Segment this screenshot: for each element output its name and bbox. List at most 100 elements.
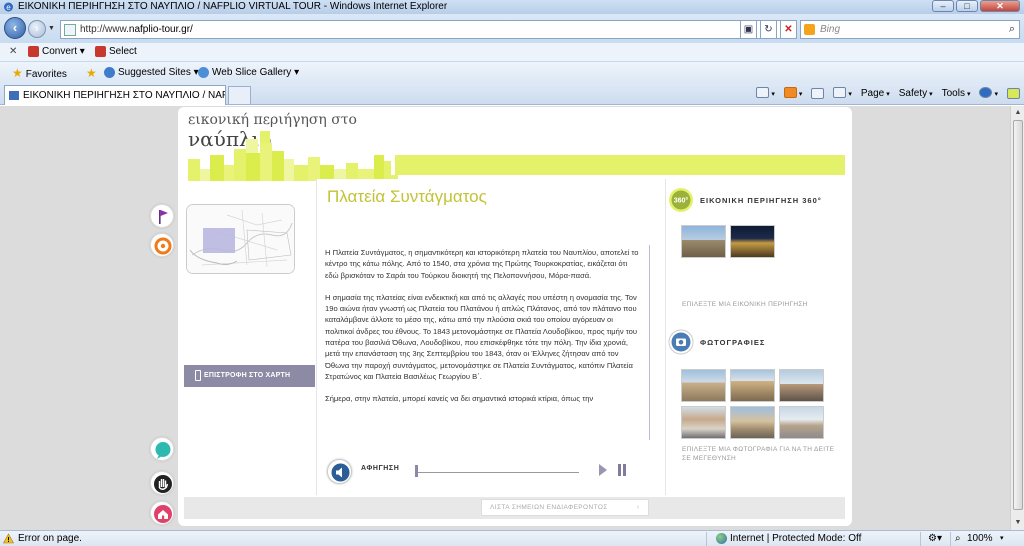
help-button[interactable]: ▾: [979, 83, 998, 106]
article-paragraph: Σήμερα, στην πλατεία, μπορεί κανείς να δ…: [325, 394, 594, 404]
history-dropdown-icon[interactable]: ▼: [48, 25, 55, 32]
audio-progress-track[interactable]: [417, 472, 579, 473]
web-slice-icon: [198, 66, 209, 78]
security-zone[interactable]: Internet | Protected Mode: Off: [730, 531, 861, 546]
search-input[interactable]: Bing ⌕: [800, 20, 1020, 39]
compass-icon: [154, 237, 172, 255]
band-gap: [391, 155, 395, 175]
minimap[interactable]: [186, 204, 295, 274]
chat-bubble-icon: [155, 442, 171, 459]
select-icon: [95, 45, 106, 57]
close-window-button[interactable]: ✕: [980, 0, 1020, 12]
photo-thumbnail[interactable]: [730, 406, 775, 439]
main-column: Πλατεία Συντάγματος Η Πλατεία Συντάγματο…: [316, 179, 666, 495]
text-scrollbar[interactable]: [649, 245, 650, 440]
pdf-convert-icon: [28, 45, 39, 57]
minimize-button[interactable]: –: [932, 0, 954, 12]
scroll-up-icon[interactable]: ▲: [1011, 107, 1024, 119]
print-icon: [833, 87, 847, 99]
up-arrow-icon: ↑: [636, 504, 640, 511]
tab-title: ΕΙΚΟΝΙΚΗ ΠΕΡΙΗΓΗΣΗ ΣΤΟ ΝΑΥΠΛΙΟ / NAFPLIO…: [23, 90, 225, 101]
safety-menu[interactable]: Safety ▾: [899, 83, 933, 106]
camera-section-icon: [668, 329, 694, 355]
home-site-button[interactable]: [150, 501, 174, 525]
tour-thumbnail-day[interactable]: [681, 225, 726, 258]
warning-icon[interactable]: [3, 533, 14, 544]
favorites-label: Favorites: [25, 69, 67, 80]
header-band: [395, 155, 845, 175]
research-icon: [1007, 87, 1020, 99]
feeds-button[interactable]: ▾: [783, 83, 802, 106]
photos-title: ΦΩΤΟΓΡΑΦΙΕΣ: [700, 338, 766, 347]
compass-button[interactable]: [150, 233, 174, 257]
refresh-icon[interactable]: ↻: [760, 20, 777, 39]
zoom-dropdown-icon[interactable]: ▾: [1000, 531, 1004, 546]
scroll-thumb[interactable]: [1013, 120, 1023, 510]
site-container: εικονική περιήγηση στο ναύπλιο ΕΠΙΣΤΡΟΦΗ…: [150, 107, 852, 526]
internet-zone-icon: [716, 533, 727, 544]
play-icon[interactable]: [599, 464, 607, 476]
suggested-sites-label: Suggested Sites: [118, 67, 191, 78]
page-scrollbar[interactable]: ▲ ▼: [1010, 106, 1024, 530]
close-toolbar-icon[interactable]: ✕: [9, 43, 17, 61]
page-menu[interactable]: Page ▾: [861, 83, 890, 106]
compatibility-view-icon[interactable]: ▣: [740, 20, 757, 39]
speaker-icon: [331, 463, 350, 482]
return-to-map-button[interactable]: ΕΠΙΣΤΡΟΦΗ ΣΤΟ ΧΑΡΤΗ: [184, 365, 315, 387]
mail-button[interactable]: [811, 83, 825, 105]
speaker-button[interactable]: [327, 459, 352, 484]
convert-button[interactable]: Convert ▾: [28, 43, 85, 61]
360-tour-icon: 360°: [668, 187, 694, 213]
stop-icon[interactable]: ✕: [780, 20, 797, 39]
photo-thumbnail[interactable]: [779, 406, 824, 439]
select-button[interactable]: Select: [95, 43, 137, 61]
web-slice-gallery-button[interactable]: Web Slice Gallery ▾: [198, 62, 299, 84]
scroll-down-icon[interactable]: ▼: [1011, 517, 1024, 529]
zoom-level[interactable]: 100%: [967, 531, 993, 546]
suggested-sites-icon: [104, 66, 115, 78]
tour-hint: ΕΠΙΛΕΞΤΕ ΜΙΑ ΕΙΚΟΝΙΚΗ ΠΕΡΙΗΓΗΣΗ: [682, 301, 808, 308]
bing-icon: [804, 24, 815, 35]
favorites-star-icon: ★: [12, 66, 23, 80]
points-of-interest-button[interactable]: ΛΙΣΤΑ ΣΗΜΕΙΩΝ ΕΝΔΙΑΦΕΡΟΝΤΟΣ ↑: [481, 499, 649, 516]
search-icon[interactable]: ⌕: [1009, 21, 1015, 38]
hand-button[interactable]: [150, 471, 174, 495]
error-status[interactable]: Error on page.: [18, 531, 82, 546]
research-button[interactable]: [1007, 83, 1020, 105]
tab-nafplio[interactable]: ΕΙΚΟΝΙΚΗ ΠΕΡΙΗΓΗΣΗ ΣΤΟ ΝΑΥΠΛΙΟ / NAFPLIO…: [4, 85, 226, 105]
maximize-button[interactable]: □: [956, 0, 978, 12]
photo-thumbnail[interactable]: [779, 369, 824, 402]
suggested-sites-button[interactable]: Suggested Sites ▾: [104, 62, 199, 84]
tour-thumbnail-night[interactable]: [730, 225, 775, 258]
360-badge-icon: 360°: [669, 188, 693, 212]
city-map-image: [187, 205, 294, 273]
print-button[interactable]: ▾: [833, 83, 852, 106]
ie-logo-icon: e: [4, 2, 13, 12]
page-icon: [64, 24, 76, 36]
photo-thumbnail[interactable]: [730, 369, 775, 402]
rss-icon: [783, 87, 797, 99]
url-prefix: http://www.: [80, 24, 129, 35]
search-placeholder: Bing: [820, 24, 841, 35]
home-button[interactable]: ▾: [756, 83, 775, 106]
protected-mode-icon[interactable]: ⚙▾: [928, 531, 942, 546]
back-button[interactable]: ‹: [4, 17, 26, 39]
tools-menu[interactable]: Tools ▾: [942, 83, 971, 106]
photo-thumbnail[interactable]: [681, 369, 726, 402]
new-tab-button[interactable]: [228, 86, 251, 104]
status-divider: [706, 532, 707, 546]
flag-button[interactable]: [150, 204, 174, 228]
home-icon: [756, 87, 770, 99]
pause-icon[interactable]: [618, 464, 626, 476]
photos-hint: ΕΠΙΛΕΞΤΕ ΜΙΑ ΦΩΤΟΓΡΑΦΙΑ ΓΙΑ ΝΑ ΤΗ ΔΕΙΤΕ …: [682, 446, 835, 462]
svg-text:e: e: [6, 3, 11, 12]
article-paragraph: Η Πλατεία Συντάγματος, η σημαντικότερη κ…: [325, 248, 639, 280]
chat-button[interactable]: [150, 437, 174, 461]
tab-page-icon: [9, 91, 19, 100]
url-input[interactable]: http://www.nafplio-tour.gr/ ▼: [60, 20, 796, 39]
return-label: ΕΠΙΣΤΡΟΦΗ ΣΤΟ ΧΑΡΤΗ: [204, 372, 291, 379]
photo-thumbnail[interactable]: [681, 406, 726, 439]
audio-progress-knob[interactable]: [415, 465, 418, 477]
select-label: Select: [109, 46, 137, 57]
forward-button[interactable]: ›: [28, 20, 46, 38]
